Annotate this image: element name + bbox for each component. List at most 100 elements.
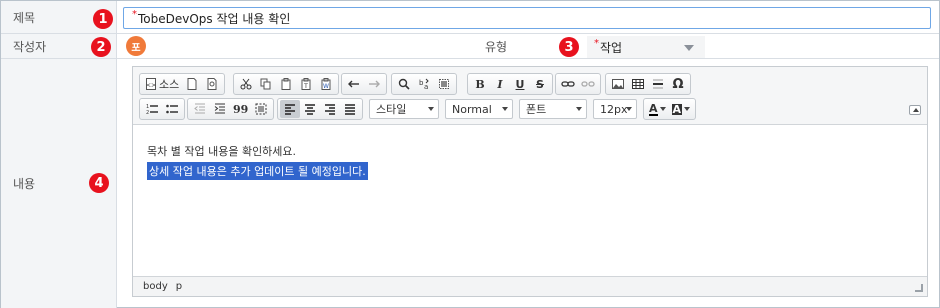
style-combo[interactable]: 스타일 bbox=[369, 99, 439, 119]
svg-text:2: 2 bbox=[146, 110, 149, 115]
editor-paragraph-selected: 상세 작업 내용은 추가 업데이트 될 예정입니다. bbox=[147, 162, 368, 180]
unlink-icon bbox=[581, 81, 595, 87]
copy-button[interactable] bbox=[256, 75, 276, 93]
chevron-down-icon bbox=[684, 45, 694, 51]
required-mark: * bbox=[132, 8, 137, 20]
bulleted-list-icon bbox=[166, 104, 178, 114]
undo-icon bbox=[348, 80, 359, 88]
background-color-button[interactable]: A bbox=[669, 100, 694, 118]
horizontal-rule-icon bbox=[653, 79, 663, 89]
chevron-down-icon bbox=[502, 107, 508, 111]
path-element-p[interactable]: p bbox=[176, 281, 182, 292]
type-select[interactable]: * 작업 bbox=[587, 36, 705, 58]
marker-badge-1: 1 bbox=[93, 9, 113, 29]
indent-icon bbox=[214, 103, 225, 114]
marker-badge-3: 3 bbox=[559, 37, 579, 57]
align-left-button[interactable] bbox=[280, 100, 300, 118]
image-button[interactable] bbox=[608, 75, 628, 93]
select-all-icon bbox=[439, 79, 449, 89]
format-combo[interactable]: Normal bbox=[445, 99, 513, 119]
format-combo-value: Normal bbox=[452, 102, 492, 116]
align-center-button[interactable] bbox=[300, 100, 320, 118]
strikethrough-button[interactable]: S bbox=[530, 75, 550, 93]
table-icon bbox=[632, 79, 644, 89]
paste-text-icon: T bbox=[301, 78, 311, 90]
chevron-down-icon bbox=[626, 107, 632, 111]
title-input[interactable]: * TobeDevOps 작업 내용 확인 bbox=[123, 7, 931, 29]
numbered-list-button[interactable]: 12 bbox=[142, 100, 162, 118]
link-icon bbox=[561, 81, 575, 87]
chevron-down-icon bbox=[428, 107, 434, 111]
align-left-icon bbox=[285, 104, 295, 115]
source-button[interactable]: <> 소스 bbox=[142, 75, 182, 93]
align-justify-button[interactable] bbox=[340, 100, 360, 118]
undo-button[interactable] bbox=[344, 75, 364, 93]
outdent-button[interactable] bbox=[190, 100, 210, 118]
paste-word-button[interactable]: W bbox=[316, 75, 336, 93]
italic-label: I bbox=[497, 77, 503, 91]
title-value: TobeDevOps 작업 내용 확인 bbox=[138, 11, 291, 26]
clipboard-icon bbox=[281, 78, 291, 90]
horizontal-rule-button[interactable] bbox=[648, 75, 668, 93]
copy-icon bbox=[260, 78, 271, 90]
indent-button[interactable] bbox=[210, 100, 230, 118]
table-button[interactable] bbox=[628, 75, 648, 93]
editor-content[interactable]: 목차 별 작업 내용을 확인하세요. 상세 작업 내용은 추가 업데이트 될 예… bbox=[147, 141, 913, 180]
toolbar-group-indent: 99 bbox=[187, 98, 275, 120]
text-color-icon: A bbox=[649, 101, 658, 116]
italic-button[interactable]: I bbox=[490, 75, 510, 93]
toolbar-group-colors: A A bbox=[643, 98, 697, 120]
chevron-down-icon bbox=[684, 107, 691, 111]
cut-button[interactable] bbox=[236, 75, 256, 93]
toolbar-group-document: <> 소스 bbox=[139, 73, 226, 95]
resize-handle-icon[interactable] bbox=[915, 284, 923, 292]
toolbar-collapse-button[interactable] bbox=[909, 105, 921, 115]
bold-button[interactable]: B bbox=[470, 75, 490, 93]
paste-text-button[interactable]: T bbox=[296, 75, 316, 93]
text-color-button[interactable]: A bbox=[646, 100, 669, 118]
toolbar-group-history bbox=[341, 73, 387, 95]
underline-button[interactable]: U bbox=[510, 75, 530, 93]
toolbar-group-clipboard: T W bbox=[233, 73, 339, 95]
preview-button[interactable] bbox=[202, 75, 222, 93]
new-page-button[interactable] bbox=[182, 75, 202, 93]
select-all-button[interactable] bbox=[434, 75, 454, 93]
author-avatar[interactable]: 포 bbox=[126, 36, 146, 56]
special-char-button[interactable]: Ω bbox=[668, 75, 688, 93]
strikethrough-label: S bbox=[536, 77, 544, 91]
bulleted-list-button[interactable] bbox=[162, 100, 182, 118]
source-icon: <> bbox=[146, 78, 156, 90]
author-row: 작성자 2 포 유형 3 * 작업 bbox=[1, 34, 939, 59]
editor-path-bar: body p bbox=[133, 276, 927, 296]
redo-icon bbox=[369, 80, 380, 88]
image-icon bbox=[612, 79, 624, 89]
svg-text:a: a bbox=[424, 83, 428, 90]
find-button[interactable] bbox=[394, 75, 414, 93]
div-container-icon bbox=[255, 103, 267, 115]
font-combo[interactable]: 폰트 bbox=[519, 99, 587, 119]
background-color-icon: A bbox=[671, 102, 683, 116]
title-row: 제목 1 * TobeDevOps 작업 내용 확인 bbox=[1, 1, 939, 34]
unlink-button[interactable] bbox=[578, 75, 598, 93]
paste-button[interactable] bbox=[276, 75, 296, 93]
preview-icon bbox=[207, 78, 217, 90]
replace-button[interactable]: ba bbox=[414, 75, 434, 93]
blockquote-button[interactable]: 99 bbox=[230, 100, 251, 118]
toolbar-group-lists: 12 bbox=[139, 98, 185, 120]
editor-toolbar: <> 소스 T W b a B I U S Ω 1 2 99 스타일 Norma… bbox=[133, 67, 927, 125]
path-element-body[interactable]: body bbox=[143, 281, 168, 292]
style-combo-value: 스타일 bbox=[376, 103, 407, 116]
link-button[interactable] bbox=[558, 75, 578, 93]
align-right-button[interactable] bbox=[320, 100, 340, 118]
marker-badge-4: 4 bbox=[89, 173, 109, 193]
align-right-icon bbox=[325, 104, 335, 115]
font-size-combo-value: 12px bbox=[600, 102, 628, 116]
rich-text-editor: <> 소스 T W b a B I U S Ω 1 2 99 스타일 Norma… bbox=[132, 66, 928, 297]
create-div-button[interactable] bbox=[251, 100, 271, 118]
svg-text:<>: <> bbox=[146, 82, 156, 89]
font-combo-value: 폰트 bbox=[526, 103, 547, 116]
quote-icon: 99 bbox=[233, 102, 249, 116]
redo-button[interactable] bbox=[364, 75, 384, 93]
scissors-icon bbox=[240, 78, 252, 90]
font-size-combo[interactable]: 12px bbox=[593, 99, 637, 119]
